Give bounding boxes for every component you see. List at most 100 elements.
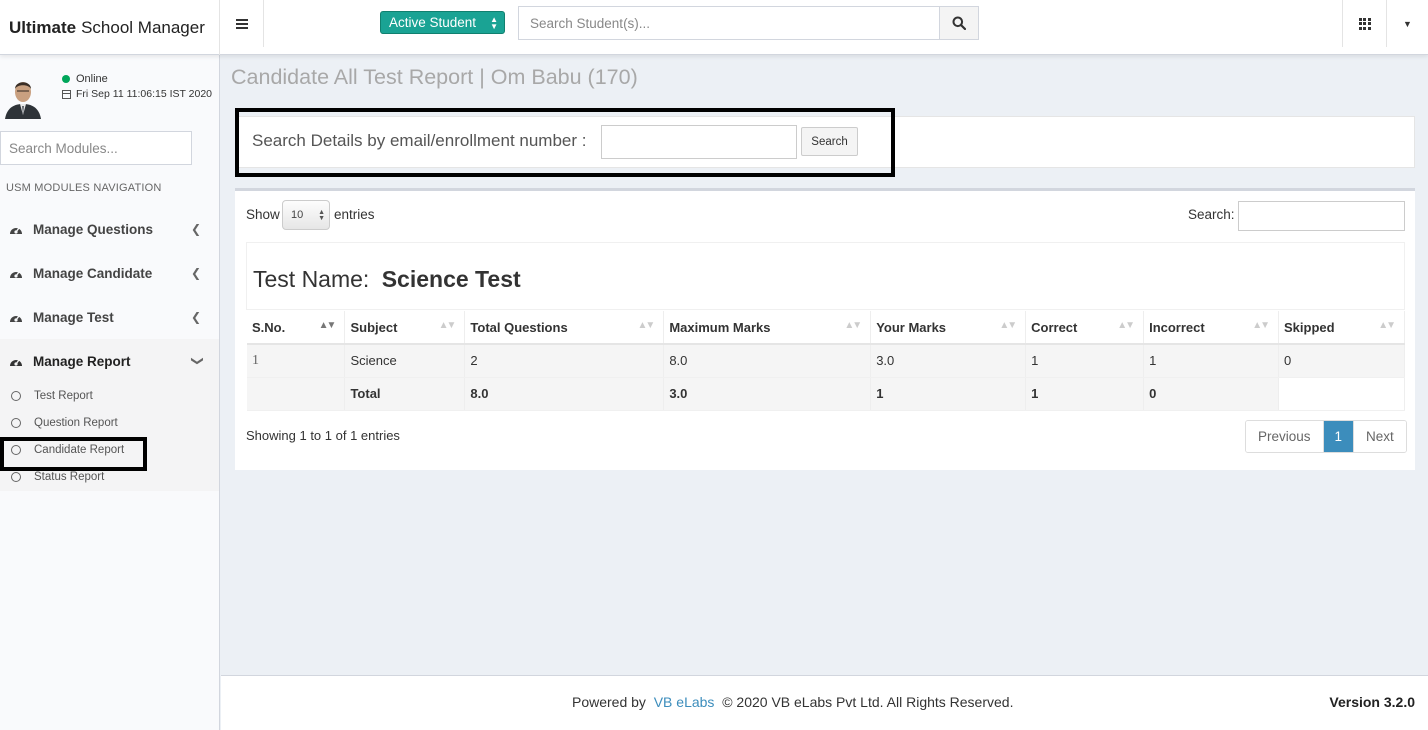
column-header-your-marks[interactable]: Your Marks ▲▼ — [870, 311, 1027, 345]
select-arrows-icon: ▲ ▼ — [318, 209, 325, 222]
student-search-input[interactable] — [519, 7, 939, 39]
chevron-left-icon: ❮ — [190, 310, 201, 324]
hamburger-icon — [235, 18, 248, 29]
table-row: 1 Science 2 8.0 3.0 1 1 0 — [247, 344, 1405, 378]
subnav-test-report[interactable]: Test Report — [0, 383, 219, 409]
nav-manage-report[interactable]: Manage Report ❮ — [0, 339, 219, 383]
subnav-label: Test Report — [34, 390, 93, 402]
caret-down-icon: ▼ — [1403, 18, 1412, 29]
page-title: Candidate All Test Report | Om Babu (170… — [231, 65, 638, 89]
cell-sno: 1 — [247, 344, 346, 378]
top-header: Ultimate School Manager Active Student ▲… — [0, 0, 1428, 55]
version: Version 3.2.0 — [1329, 694, 1415, 710]
page-length-select[interactable]: 10 ▲ ▼ — [282, 200, 330, 230]
circle-icon — [11, 445, 21, 455]
total-cell — [1278, 377, 1405, 411]
circle-icon — [11, 418, 21, 428]
app-logo[interactable]: Ultimate School Manager — [0, 0, 220, 55]
pagination-next[interactable]: Next — [1354, 421, 1406, 452]
circle-icon — [11, 391, 21, 401]
total-cell: 0 — [1143, 377, 1280, 411]
search-button[interactable]: Search — [801, 127, 858, 156]
total-cell: 3.0 — [663, 377, 872, 411]
report-table: S.No. ▲▼ Subject ▲▼ Total Questions ▲▼ Maxi… — [247, 311, 1405, 411]
select-arrows-icon: ▲ ▼ — [490, 15, 498, 31]
subnav-label: Question Report — [34, 417, 118, 429]
footer-credits: Powered by VB eLabs © 2020 VB eLabs Pvt … — [572, 694, 1013, 710]
circle-icon — [11, 472, 21, 482]
copyright: © 2020 VB eLabs Pvt Ltd. All Rights Rese… — [722, 694, 1014, 710]
cell-your-marks: 3.0 — [870, 344, 1027, 378]
nav-header: USM MODULES NAVIGATION — [6, 182, 162, 194]
table-caption: Test Name: Science Test — [253, 266, 521, 293]
avatar — [3, 75, 43, 119]
sort-icon: ▲▼ — [1252, 320, 1270, 331]
grid-icon — [1358, 17, 1371, 30]
nav-manage-questions[interactable]: Manage Questions ❮ — [0, 207, 219, 251]
cell-maximum-marks: 8.0 — [663, 344, 872, 378]
nav-label: Manage Report — [33, 353, 131, 369]
online-dot-icon — [62, 75, 70, 83]
nav-manage-candidate[interactable]: Manage Candidate ❮ — [0, 251, 219, 295]
user-panel: Online Fri Sep 11 11:06:15 IST 2020 — [0, 55, 220, 125]
student-search — [518, 6, 979, 40]
user-menu-dropdown[interactable]: ▼ — [1386, 0, 1428, 47]
total-cell — [247, 377, 346, 411]
test-name: Science Test — [381, 266, 521, 292]
column-header-total-questions[interactable]: Total Questions ▲▼ — [464, 311, 665, 345]
chevron-left-icon: ❮ — [190, 266, 201, 280]
sort-icon: ▲▼ — [1378, 320, 1396, 331]
online-status: Online — [62, 73, 108, 85]
total-row: Total 8.0 3.0 1 1 0 — [247, 377, 1405, 411]
nav-label: Manage Questions — [33, 221, 154, 237]
pagination: Previous 1 Next — [1245, 420, 1407, 453]
search-details-label: Search Details by email/enrollment numbe… — [252, 131, 587, 150]
sidebar: Online Fri Sep 11 11:06:15 IST 2020 USM … — [0, 55, 220, 730]
logo-rest: School Manager — [81, 17, 205, 37]
cell-skipped: 0 — [1278, 344, 1405, 378]
show-label: Show — [246, 207, 280, 222]
caption-prefix: Test Name: — [253, 266, 370, 292]
datetime-text: Fri Sep 11 11:06:15 IST 2020 — [76, 88, 213, 100]
pagination-page[interactable]: 1 — [1323, 421, 1355, 452]
table-filter-input[interactable] — [1238, 201, 1405, 231]
dashboard-icon — [10, 271, 22, 278]
module-search-input[interactable] — [0, 131, 192, 165]
column-header-skipped[interactable]: Skipped ▲▼ — [1278, 311, 1405, 345]
sort-asc-icon: ▲▼ — [318, 320, 337, 331]
column-header-sno[interactable]: S.No. ▲▼ — [247, 311, 346, 345]
sort-icon: ▲▼ — [1117, 320, 1135, 331]
column-header-correct[interactable]: Correct ▲▼ — [1025, 311, 1145, 345]
total-cell: 8.0 — [464, 377, 665, 411]
table-filter-label: Search: — [1188, 207, 1235, 222]
sort-icon: ▲▼ — [637, 320, 656, 331]
search-icon — [952, 16, 966, 30]
nav-manage-test[interactable]: Manage Test ❮ — [0, 295, 219, 339]
active-student-select[interactable]: Active Student ▲ ▼ — [380, 11, 505, 34]
current-datetime: Fri Sep 11 11:06:15 IST 2020 — [62, 88, 212, 100]
cell-correct: 1 — [1025, 344, 1145, 378]
pagination-previous[interactable]: Previous — [1246, 421, 1324, 452]
status-text: Online — [76, 73, 108, 85]
sort-icon: ▲▼ — [438, 320, 457, 331]
subnav-question-report[interactable]: Question Report — [0, 410, 219, 436]
total-cell: 1 — [870, 377, 1027, 411]
subnav-label: Candidate Report — [34, 444, 125, 456]
dashboard-icon — [10, 359, 22, 366]
chevron-down-icon: ❮ — [188, 355, 203, 367]
apps-button[interactable] — [1342, 0, 1386, 47]
column-header-maximum-marks[interactable]: Maximum Marks ▲▼ — [663, 311, 872, 345]
enrollment-search-input[interactable] — [601, 125, 797, 159]
student-search-button[interactable] — [939, 7, 978, 39]
column-header-incorrect[interactable]: Incorrect ▲▼ — [1143, 311, 1280, 345]
dashboard-icon — [10, 227, 22, 234]
entries-label: entries — [334, 207, 375, 222]
powered-by: Powered by — [572, 694, 646, 710]
total-cell: Total — [344, 377, 466, 411]
subnav-status-report[interactable]: Status Report — [0, 464, 219, 490]
company-link[interactable]: VB eLabs — [654, 694, 715, 710]
column-header-subject[interactable]: Subject ▲▼ — [344, 311, 466, 345]
sidebar-toggle-button[interactable] — [220, 0, 264, 47]
cell-total-questions: 2 — [464, 344, 665, 378]
subnav-candidate-report[interactable]: Candidate Report — [0, 437, 219, 463]
